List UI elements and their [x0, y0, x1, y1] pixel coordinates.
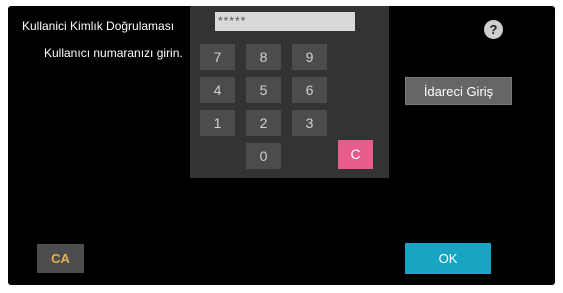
clear-all-button[interactable]: CA: [37, 244, 84, 273]
key-4[interactable]: 4: [200, 77, 235, 103]
admin-login-button[interactable]: İdareci Giriş: [405, 77, 512, 105]
key-6[interactable]: 6: [292, 77, 327, 103]
help-icon[interactable]: ?: [484, 20, 503, 39]
key-0[interactable]: 0: [246, 143, 281, 169]
ok-button[interactable]: OK: [405, 243, 491, 274]
key-7[interactable]: 7: [200, 44, 235, 70]
clear-button[interactable]: C: [338, 140, 373, 169]
key-3[interactable]: 3: [292, 110, 327, 136]
user-number-input[interactable]: *****: [215, 12, 355, 31]
page-title: Kullanici Kimlık Doğrulaması: [22, 19, 175, 33]
login-screen: Kullanici Kimlık Doğrulaması Kullanıcı n…: [8, 6, 555, 285]
key-2[interactable]: 2: [246, 110, 281, 136]
key-5[interactable]: 5: [246, 77, 281, 103]
instruction-text: Kullanıcı numaranızı girin.: [44, 46, 183, 60]
key-9[interactable]: 9: [292, 44, 327, 70]
numeric-keypad: ***** 7 8 9 4 5 6 1 2 3 0 C: [190, 6, 389, 178]
key-1[interactable]: 1: [200, 110, 235, 136]
key-8[interactable]: 8: [246, 44, 281, 70]
